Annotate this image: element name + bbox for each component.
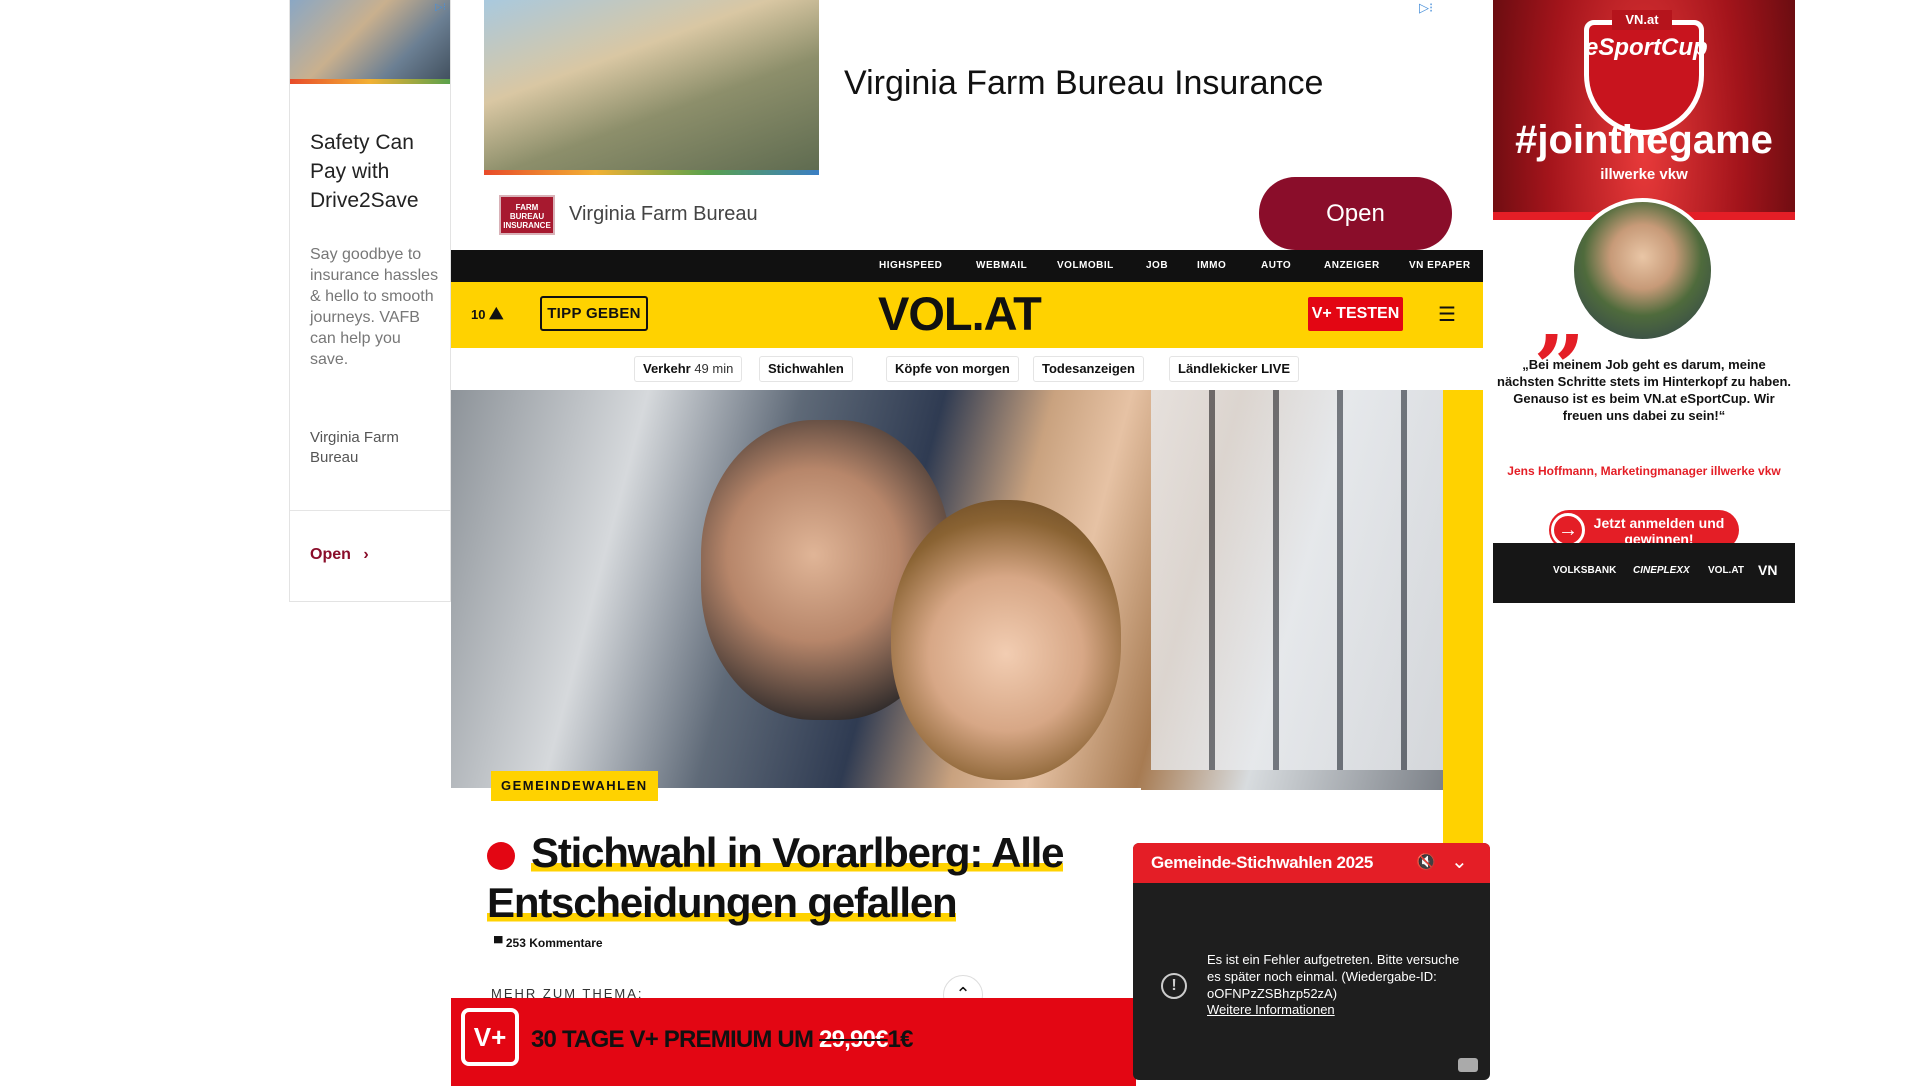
chevron-right-icon[interactable]: › — [363, 546, 368, 563]
nav-highspeed[interactable]: HIGHSPEED — [879, 260, 942, 271]
quote-icon: „ — [1535, 264, 1587, 370]
service-nav-bar: HIGHSPEED WEBMAIL VOLMOBIL JOB IMMO AUTO… — [451, 250, 1483, 282]
farm-bureau-logo: FARM BUREAU INSURANCE — [499, 195, 555, 235]
ad-advertiser: Virginia Farm Bureau — [310, 429, 399, 466]
nav-webmail[interactable]: WEBMAIL — [976, 260, 1027, 271]
site-logo[interactable]: VOL.AT — [878, 286, 1042, 341]
new-price[interactable]: 1€ — [888, 1026, 914, 1053]
weather-icon[interactable]: ⛰ — [489, 304, 503, 323]
vplus-test-button[interactable]: V+ TESTEN — [1308, 297, 1403, 331]
sponsor-name: illwerke vkw — [1600, 166, 1688, 183]
comment-icon: ▀ — [494, 936, 503, 950]
headline-line-1[interactable]: Stichwahl in Vorarlberg: Alle — [531, 829, 1065, 876]
traffic-value[interactable]: 49 min — [694, 361, 733, 376]
ad-photo[interactable] — [290, 0, 450, 84]
video-error-message: Es ist ein Fehler aufgetreten. Bitte ver… — [1207, 952, 1460, 1001]
background-window — [1151, 390, 1443, 770]
person-portrait — [1570, 198, 1715, 343]
hashtag-headline: #jointhegame — [1515, 118, 1773, 162]
topic-pill-todesanzeigen[interactable]: Todesanzeigen — [1033, 356, 1144, 382]
traffic-label[interactable]: Verkehr — [643, 361, 691, 376]
video-player[interactable]: Gemeinde-Stichwahlen 2025 🔇 ⌄ ! Es ist e… — [1133, 843, 1490, 1080]
menu-search-icon[interactable]: ☰ — [1438, 302, 1456, 327]
vplus-badge: V+ — [461, 1008, 519, 1066]
chevron-down-icon[interactable]: ⌄ — [1451, 849, 1468, 874]
woman-figure — [891, 500, 1121, 780]
ad-open-button[interactable]: Open — [1259, 177, 1452, 250]
ad-open-label[interactable]: Open — [310, 546, 351, 563]
site-header: 10 ⛰ TIPP GEBEN VOL.AT V+ TESTEN ☰ — [451, 282, 1483, 348]
vn-badge: VN.at — [1612, 10, 1672, 30]
article-teaser[interactable]: GEMEINDEWAHLEN Stichwahl in Vorarlberg: … — [451, 771, 1141, 1001]
topic-pill-stichwahlen[interactable]: Stichwahlen — [759, 356, 853, 382]
temperature-value[interactable]: 10 — [471, 307, 485, 322]
ad-title[interactable]: Virginia Farm Bureau Insurance — [844, 64, 1323, 103]
sponsor-logo: CINEPLEXX — [1633, 565, 1690, 576]
weather-widget[interactable]: 10 ⛰ — [471, 304, 503, 324]
nav-volmobil[interactable]: VOLMOBIL — [1057, 260, 1114, 271]
live-indicator-icon — [487, 841, 515, 870]
sponsor-logo: VN — [1758, 562, 1778, 578]
sponsor-logo: VOL.AT — [1708, 565, 1744, 576]
esportcup-title: eSportCup — [1585, 34, 1708, 61]
error-icon: ! — [1161, 973, 1187, 999]
ad-family-photo[interactable] — [484, 0, 819, 175]
youtube-icon[interactable] — [1458, 1058, 1478, 1072]
adchoices-icon[interactable]: ▷⁝ — [435, 2, 446, 13]
nav-anzeiger[interactable]: ANZEIGER — [1324, 260, 1380, 271]
old-price[interactable]: 29,90€ — [819, 1026, 888, 1053]
nav-vn-epaper[interactable]: VN EPAPER — [1409, 260, 1471, 271]
topic-pill-laendlekicker[interactable]: Ländlekicker LIVE — [1169, 356, 1299, 382]
topic-pill-koepfe[interactable]: Köpfe von morgen — [886, 356, 1019, 382]
sponsor-logo: VOLKSBANK — [1553, 565, 1617, 576]
premium-offer-text[interactable]: 30 TAGE V+ PREMIUM UM 29,90€1€ — [531, 1026, 914, 1054]
hero-image[interactable] — [451, 390, 1443, 790]
adchoices-icon[interactable]: ▷⁝ — [1419, 0, 1433, 16]
arrow-right-icon[interactable]: → — [1551, 513, 1585, 547]
topic-nav: Verkehr 49 min Stichwahlen Köpfe von mor… — [451, 348, 1483, 390]
more-info-link[interactable]: Weitere Informationen — [1207, 1002, 1335, 1017]
ad-open-link[interactable]: Open › — [310, 546, 369, 564]
nav-auto[interactable]: AUTO — [1261, 260, 1291, 271]
offer-prefix[interactable]: 30 TAGE V+ PREMIUM UM — [531, 1026, 819, 1053]
nav-immo[interactable]: IMMO — [1197, 260, 1226, 271]
article-headline[interactable]: Stichwahl in Vorarlberg: Alle Entscheidu… — [487, 828, 1127, 928]
ad-headline[interactable]: Safety Can Pay with Drive2Save — [310, 128, 440, 215]
testimonial-quote: „Bei meinem Job geht es darum, meine näc… — [1497, 357, 1791, 423]
tipp-geben-button[interactable]: TIPP GEBEN — [540, 296, 648, 331]
top-leaderboard-ad[interactable]: Virginia Farm Bureau Insurance ▷⁝ FARM B… — [451, 0, 1452, 250]
comments-count[interactable]: 253 Kommentare — [506, 936, 603, 950]
right-skyscraper-ad[interactable]: VN.at eSportCup #jointhegame illwerke vk… — [1493, 0, 1795, 603]
mute-icon[interactable]: 🔇 — [1416, 852, 1436, 872]
video-title: Gemeinde-Stichwahlen 2025 — [1151, 853, 1374, 872]
ad-divider — [290, 510, 450, 511]
yellow-accent-bar — [1443, 390, 1483, 850]
category-tag[interactable]: GEMEINDEWAHLEN — [491, 771, 658, 801]
nav-job[interactable]: JOB — [1146, 260, 1168, 271]
ad-brand-name: Virginia Farm Bureau — [569, 203, 758, 225]
testimonial-author: Jens Hoffmann, Marketingmanager illwerke… — [1507, 464, 1781, 478]
traffic-pill[interactable]: Verkehr 49 min — [634, 356, 743, 382]
ad-body-text: Say goodbye to insurance hassles & hello… — [310, 246, 439, 368]
premium-banner[interactable]: V+ 30 TAGE V+ PREMIUM UM 29,90€1€ — [451, 998, 1136, 1086]
headline-line-2[interactable]: Entscheidungen gefallen — [487, 879, 958, 926]
left-skyscraper-ad[interactable]: ▷⁝ Safety Can Pay with Drive2Save Say go… — [289, 0, 451, 602]
comments-link[interactable]: ▀ 253 Kommentare — [494, 936, 603, 950]
